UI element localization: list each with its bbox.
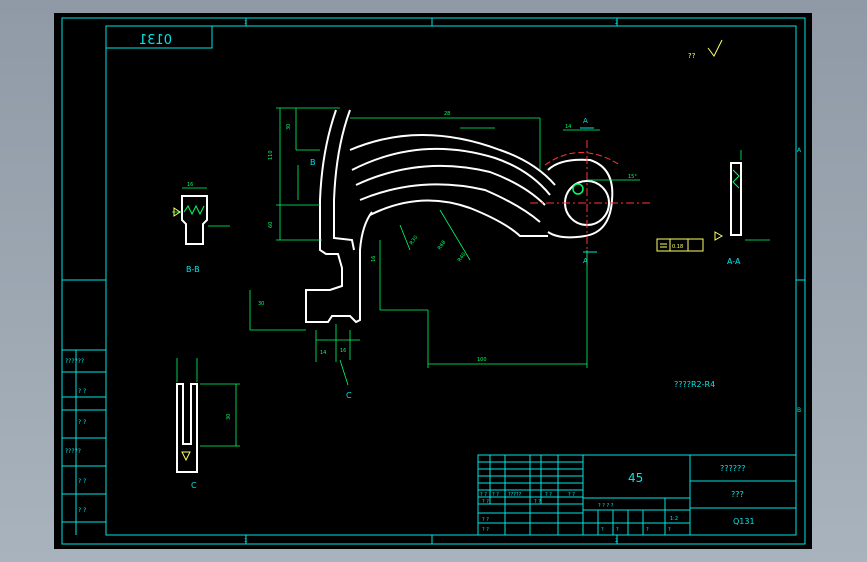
tb-cell-8: ? ?	[482, 517, 489, 523]
inner-border	[105, 25, 797, 536]
left-col-6: ? ?	[78, 507, 86, 514]
dim-height-110: 110	[268, 150, 274, 160]
dim-bottom-16: 16	[340, 348, 346, 354]
tb-cell-7: ? ?	[534, 499, 541, 505]
surface-finish-note: ??	[688, 52, 696, 60]
frame-mark-top-1: 1	[244, 20, 247, 26]
mirrored-part-code: 0131	[139, 33, 172, 48]
cad-drawing: 1 2 1 2 A B 0131 ?????? ? ? ? ? ????? ? …	[61, 17, 806, 545]
dim-angle: 15°	[628, 174, 637, 180]
frame-mark-right-a: A	[797, 147, 802, 154]
frame-mark-right-b: B	[797, 407, 801, 414]
view-c-arrow-label: C	[346, 391, 352, 400]
frame-mark-bottom-1: 1	[244, 538, 247, 544]
dim-28: 28	[444, 111, 450, 117]
tb-cell-4: ? ?	[545, 492, 552, 498]
pin-hole	[572, 183, 584, 195]
sheet-cell-1: ?	[601, 527, 604, 533]
left-col-1: ??????	[65, 358, 84, 365]
tb-cell-2: ? ?	[492, 492, 499, 498]
dim-length-100: 100	[477, 357, 487, 363]
section-bb-view	[172, 187, 230, 245]
dim-60: 60	[268, 222, 274, 228]
left-col-5: ? ?	[78, 478, 86, 485]
tech-requirement: ????R2-R4	[674, 380, 715, 389]
c-dim-30: 30	[226, 414, 232, 420]
dim-left-30: 30	[258, 301, 264, 307]
company-name: ??????	[720, 464, 745, 473]
scale: 1:2	[670, 516, 678, 522]
section-aa-title: A-A	[727, 257, 741, 266]
section-bb-title: B-B	[186, 265, 200, 274]
sheet-cell-4: ?	[668, 527, 671, 533]
dim-bottom-14: 14	[320, 350, 326, 356]
check-mark-icon	[707, 39, 723, 57]
section-b-label: B	[310, 158, 316, 167]
frame-mark-top-2: 2	[615, 20, 618, 26]
tb-cell-9: ? ?	[482, 527, 489, 533]
left-col-2: ? ?	[78, 388, 86, 395]
aa-tolerance: 0.18	[672, 244, 683, 250]
section-a-bottom-label: A	[583, 257, 588, 265]
dim-30: 30	[286, 124, 292, 130]
dim-r68: R68	[437, 240, 448, 252]
frame-mark-bottom-2: 2	[615, 538, 618, 544]
hub-bore	[564, 180, 610, 226]
sheet-cell-3: ?	[646, 527, 649, 533]
left-col-3: ? ?	[78, 419, 86, 426]
part-name: ???	[731, 490, 744, 499]
drawing-number: Q131	[733, 517, 755, 526]
tb-cell-3: ?????	[508, 492, 522, 498]
section-a-top-label: A	[583, 117, 588, 125]
tb-cell-1: ? ?	[480, 492, 487, 498]
dim-16: 16	[371, 256, 377, 262]
bb-dim-width: 16	[187, 182, 193, 188]
tb-cell-6: ? ?	[482, 499, 489, 505]
dim-14: 14	[565, 124, 571, 130]
tb-cell-5: ? ?	[568, 492, 575, 498]
outer-frame	[61, 17, 806, 545]
sheet-cell-2: ?	[616, 527, 619, 533]
section-aa-view	[656, 150, 770, 252]
material: 45	[628, 471, 643, 485]
main-part-outline	[305, 109, 614, 324]
dim-r30: R30	[409, 235, 420, 247]
left-col-4: ?????	[65, 448, 81, 455]
scale-header: ? ? ? ?	[598, 503, 614, 509]
view-c-title: C	[191, 481, 197, 490]
